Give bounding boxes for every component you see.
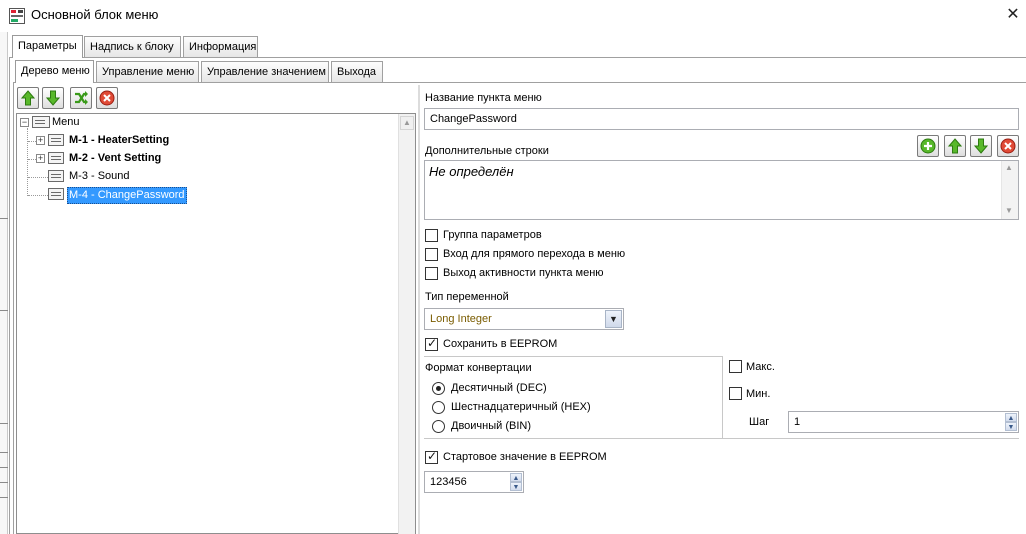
move-down-icon bbox=[974, 138, 988, 154]
tab-menu-tree[interactable]: Дерево меню bbox=[15, 60, 94, 83]
spin-down-icon[interactable]: ▼ bbox=[510, 482, 522, 491]
extra-lines-textarea[interactable]: Не определён ▲ ▼ bbox=[424, 160, 1019, 220]
activity-exit-checkbox[interactable] bbox=[425, 267, 438, 280]
tab-information[interactable]: Информация bbox=[183, 36, 258, 57]
tree-scrollbar[interactable]: ▲ bbox=[398, 114, 415, 534]
menu-item-icon bbox=[48, 170, 64, 182]
step-spinner[interactable]: 1 ▲ ▼ bbox=[788, 411, 1019, 433]
save-eeprom-checkbox[interactable] bbox=[425, 336, 438, 351]
step-value: 1 bbox=[794, 416, 801, 428]
divider bbox=[424, 356, 722, 357]
window-title: Основной блок меню bbox=[31, 7, 159, 22]
tab-value-control[interactable]: Управление значением bbox=[201, 61, 329, 82]
start-value-spinner[interactable]: 123456 ▲ ▼ bbox=[424, 471, 524, 493]
extra-lines-text: Не определён bbox=[429, 164, 514, 179]
var-type-select[interactable]: Long Integer ▼ bbox=[424, 308, 624, 330]
extra-lines-scrollbar[interactable]: ▲ ▼ bbox=[1001, 161, 1018, 219]
menu-item-icon bbox=[48, 188, 64, 200]
scroll-up-icon[interactable]: ▲ bbox=[400, 116, 414, 130]
tab-menu-control[interactable]: Управление меню bbox=[96, 61, 199, 82]
start-value: 123456 bbox=[430, 476, 467, 488]
subtab-strip-line bbox=[13, 82, 1026, 83]
menu-item-name-input[interactable] bbox=[424, 108, 1019, 130]
move-down-icon bbox=[46, 90, 60, 106]
tree-item-label: M-2 - Vent Setting bbox=[69, 152, 162, 164]
tree-item-label: M-3 - Sound bbox=[69, 170, 130, 182]
tab-outputs[interactable]: Выхода bbox=[331, 61, 383, 82]
step-label: Шаг bbox=[749, 416, 770, 428]
tree-connector bbox=[28, 195, 48, 196]
move-up-button[interactable] bbox=[17, 87, 39, 109]
app-icon bbox=[9, 8, 25, 24]
format-dec-radio[interactable] bbox=[432, 382, 445, 395]
move-up-icon bbox=[21, 90, 35, 106]
tree-connector bbox=[28, 159, 36, 160]
group-params-label: Группа параметров bbox=[443, 229, 542, 241]
tab-parameters[interactable]: Параметры bbox=[12, 35, 83, 58]
format-bin-radio[interactable] bbox=[432, 420, 445, 433]
direct-entry-checkbox[interactable] bbox=[425, 248, 438, 261]
tree-connector bbox=[28, 177, 48, 178]
subpanel-border bbox=[13, 82, 14, 534]
tab-strip-line bbox=[9, 57, 1026, 58]
tree-connector bbox=[28, 141, 36, 142]
line-delete-button[interactable] bbox=[997, 135, 1019, 157]
divider bbox=[424, 438, 1019, 439]
format-bin-label: Двоичный (BIN) bbox=[451, 420, 532, 432]
start-value-checkbox[interactable] bbox=[425, 449, 438, 464]
delete-icon bbox=[99, 90, 115, 106]
menu-item-icon bbox=[48, 134, 64, 146]
expand-icon[interactable]: + bbox=[36, 136, 45, 145]
expand-icon[interactable]: + bbox=[36, 154, 45, 163]
line-up-button[interactable] bbox=[944, 135, 966, 157]
activity-exit-label: Выход активности пункта меню bbox=[443, 267, 604, 279]
format-label: Формат конвертации bbox=[425, 362, 532, 374]
add-line-button[interactable] bbox=[917, 135, 939, 157]
tab-block-caption[interactable]: Надпись к блоку bbox=[84, 36, 181, 57]
add-icon bbox=[920, 138, 936, 154]
max-checkbox[interactable] bbox=[729, 360, 742, 373]
start-value-label: Стартовое значение в EEPROM bbox=[443, 451, 607, 463]
tree-connector bbox=[27, 128, 28, 196]
delete-button[interactable] bbox=[96, 87, 118, 109]
save-eeprom-label: Сохранить в EEPROM bbox=[443, 338, 558, 350]
scroll-down-icon[interactable]: ▼ bbox=[1005, 206, 1013, 215]
max-label: Макс. bbox=[746, 361, 775, 373]
shuffle-icon bbox=[73, 90, 89, 106]
tree-item-label: M-1 - HeaterSetting bbox=[69, 134, 170, 146]
window-edge bbox=[0, 32, 8, 534]
line-down-button[interactable] bbox=[970, 135, 992, 157]
shuffle-button[interactable] bbox=[70, 87, 92, 109]
splitter[interactable] bbox=[418, 85, 420, 534]
var-type-label: Тип переменной bbox=[425, 291, 509, 303]
direct-entry-label: Вход для прямого перехода в меню bbox=[443, 248, 626, 260]
collapse-icon[interactable]: − bbox=[20, 118, 29, 127]
extra-lines-label: Дополнительные строки bbox=[425, 145, 549, 157]
format-hex-label: Шестнадцатеричный (HEX) bbox=[451, 401, 591, 413]
min-label: Мин. bbox=[746, 388, 771, 400]
spin-up-icon[interactable]: ▲ bbox=[510, 473, 522, 482]
var-type-value: Long Integer bbox=[430, 313, 492, 325]
scroll-up-icon[interactable]: ▲ bbox=[1005, 163, 1013, 172]
format-dec-label: Десятичный (DEC) bbox=[451, 382, 547, 394]
menu-item-icon bbox=[48, 152, 64, 164]
spin-up-icon[interactable]: ▲ bbox=[1005, 413, 1017, 422]
close-icon[interactable]: ✕ bbox=[1000, 5, 1026, 27]
panel-border bbox=[9, 57, 10, 534]
move-down-button[interactable] bbox=[42, 87, 64, 109]
group-params-checkbox[interactable] bbox=[425, 229, 438, 242]
name-label: Название пункта меню bbox=[425, 92, 542, 104]
tree-item-label-selected: M-4 - ChangePassword bbox=[67, 187, 187, 204]
min-checkbox[interactable] bbox=[729, 387, 742, 400]
spin-down-icon[interactable]: ▼ bbox=[1005, 422, 1017, 431]
delete-icon bbox=[1000, 138, 1016, 154]
chevron-down-icon[interactable]: ▼ bbox=[605, 310, 622, 328]
divider bbox=[722, 356, 723, 438]
format-hex-radio[interactable] bbox=[432, 401, 445, 414]
move-up-icon bbox=[948, 138, 962, 154]
menu-icon bbox=[32, 116, 50, 128]
tree-root-label: Menu bbox=[52, 116, 80, 128]
